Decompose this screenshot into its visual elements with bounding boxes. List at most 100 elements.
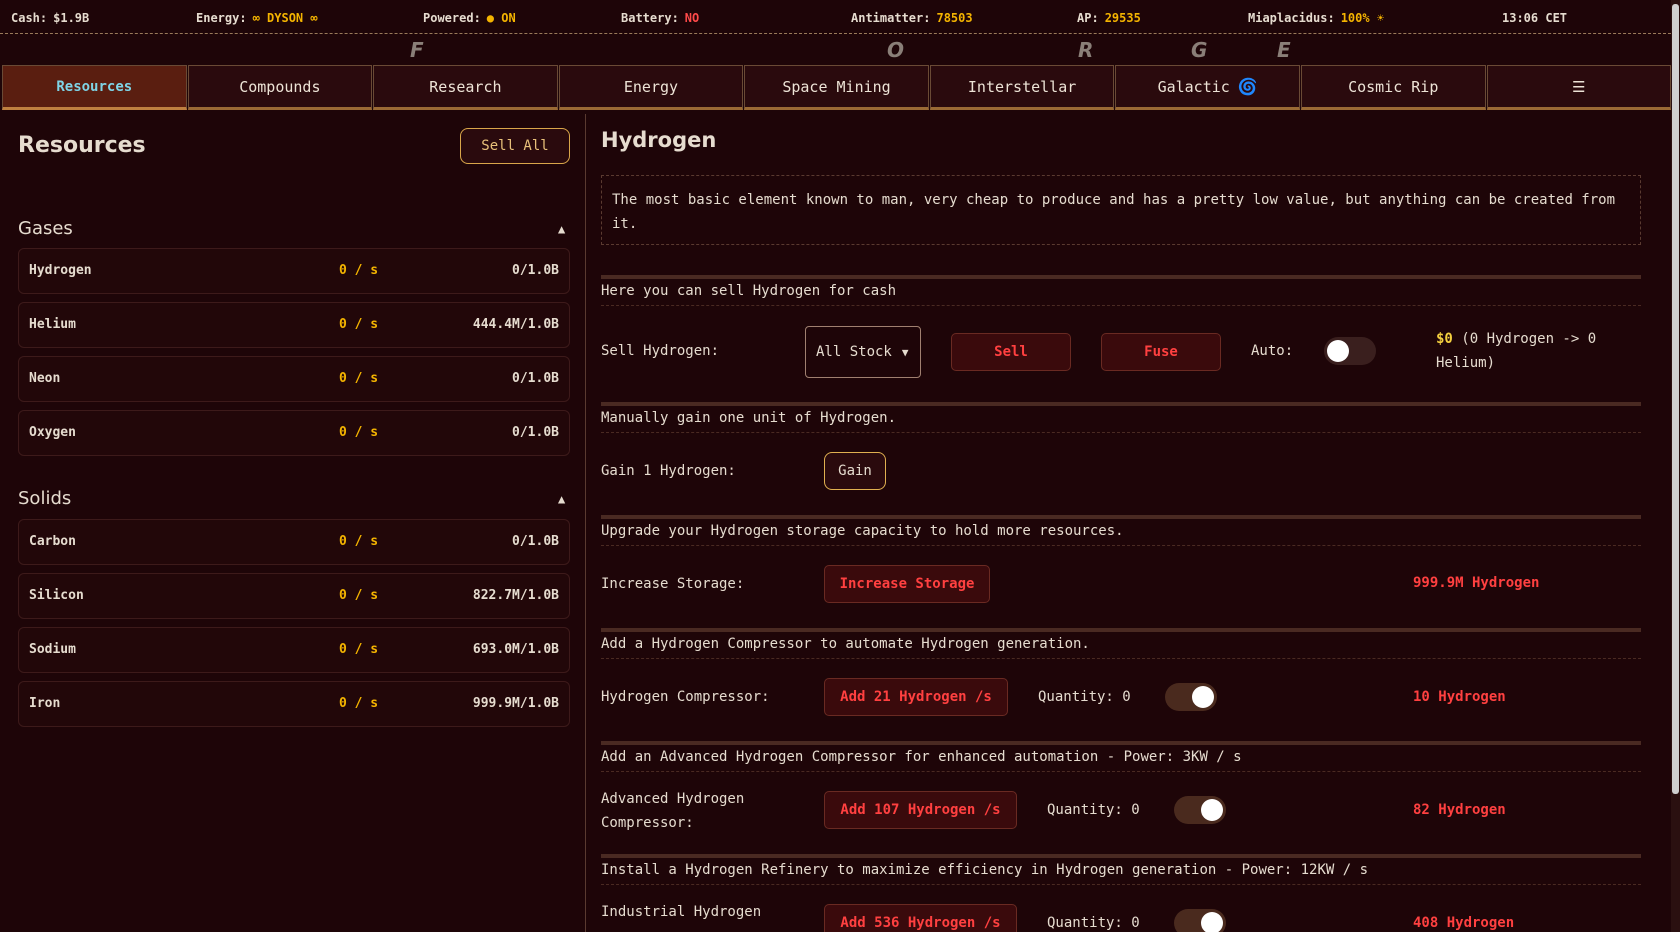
sell-button[interactable]: Sell (951, 333, 1071, 371)
sell-price-readout: $0 (0 Hydrogen -> 0 Helium) (1436, 327, 1656, 375)
resource-rate: 0 / s (339, 371, 379, 386)
sell-all-button[interactable]: Sell All (460, 128, 570, 164)
status-antimatter-value: 78503 (936, 11, 973, 25)
hamburger-menu-icon: ☰ (1572, 77, 1586, 96)
resource-row-carbon[interactable]: Carbon 0 / s 0/1.0B (18, 519, 570, 565)
status-powered: Powered: ● ON (423, 11, 516, 25)
group-title-solids: Solids (18, 488, 72, 509)
resources-sidebar: Resources Sell All Gases ▲ Hydrogen 0 / … (0, 114, 586, 932)
resource-name: Sodium (29, 642, 76, 657)
resource-row-silicon[interactable]: Silicon 0 / s 822.7M/1.0B (18, 573, 570, 619)
status-clock: 13:06 CET (1502, 11, 1568, 25)
auto-sell-toggle[interactable] (1324, 337, 1376, 365)
tab-cosmic-rip[interactable]: Cosmic Rip (1300, 65, 1486, 110)
add-advanced-compressor-button[interactable]: Add 107 Hydrogen /s (824, 791, 1017, 829)
resource-name: Silicon (29, 588, 84, 603)
sell-section-heading: Here you can sell Hydrogen for cash (601, 283, 1641, 306)
resource-name: Neon (29, 371, 61, 386)
forge-letter-f: F (410, 38, 424, 62)
increase-storage-button[interactable]: Increase Storage (824, 565, 990, 603)
advanced-compressor-toggle[interactable] (1174, 796, 1226, 824)
section-divider (601, 741, 1641, 745)
page-scrollbar-thumb[interactable] (1672, 4, 1679, 794)
status-battery-label: Battery: (621, 11, 679, 25)
status-energy: Energy: ∞ DYSON ∞ (196, 11, 318, 25)
resource-detail-panel: Hydrogen The most basic element known to… (587, 114, 1667, 932)
toggle-knob (1201, 799, 1223, 821)
resource-amount: 693.0M/1.0B (472, 642, 559, 657)
resource-name: Carbon (29, 534, 76, 549)
resource-row-helium[interactable]: Helium 0 / s 444.4M/1.0B (18, 302, 570, 348)
status-powered-label: Powered: (423, 11, 481, 25)
dropdown-caret-icon: ▼ (901, 345, 909, 359)
tab-label: Galactic (1157, 77, 1230, 96)
gain-button[interactable]: Gain (824, 452, 886, 490)
status-ap: AP: 29535 (1077, 11, 1141, 25)
tab-interstellar[interactable]: Interstellar (929, 65, 1115, 110)
tab-label: Energy (623, 77, 679, 96)
refinery-label: Industrial Hydrogen (601, 904, 762, 920)
toggle-knob (1192, 686, 1214, 708)
tab-research[interactable]: Research (373, 65, 558, 110)
compressor-section-heading: Add a Hydrogen Compressor to automate Hy… (601, 636, 1641, 659)
resource-rate: 0 / s (339, 588, 379, 603)
status-ap-value: 29535 (1104, 11, 1141, 25)
compressor-toggle[interactable] (1165, 683, 1217, 711)
sell-price-value: $0 (1436, 331, 1453, 347)
resource-row-sodium[interactable]: Sodium 0 / s 693.0M/1.0B (18, 627, 570, 673)
tab-label: Space Mining (782, 77, 891, 96)
forge-letter-o: O (887, 38, 905, 62)
status-battery: Battery: NO (621, 11, 699, 25)
group-title-gases: Gases (18, 218, 73, 239)
resource-amount: 822.7M/1.0B (472, 588, 559, 603)
resource-name: Hydrogen (29, 263, 92, 278)
refinery-toggle[interactable] (1174, 909, 1226, 932)
collapse-arrow-icon[interactable]: ▲ (558, 492, 565, 506)
status-cash: Cash: $1.9B (11, 11, 89, 25)
resource-rate: 0 / s (339, 696, 379, 711)
resource-row-iron[interactable]: Iron 0 / s 999.9M/1.0B (18, 681, 570, 727)
auto-sell-label: Auto: (1251, 343, 1294, 359)
main-tabs: Resources Compounds Research Energy Spac… (2, 65, 1672, 112)
resource-name: Helium (29, 317, 76, 332)
tab-space-mining[interactable]: Space Mining (744, 65, 929, 110)
sell-label: Sell Hydrogen: (601, 343, 720, 359)
tab-galactic[interactable]: Galactic 🌀 (1115, 65, 1300, 110)
refinery-cost: 408 Hydrogen (1413, 915, 1515, 931)
tab-energy[interactable]: Energy (558, 65, 744, 110)
status-antimatter-label: Antimatter: (851, 11, 931, 25)
resource-rate: 0 / s (339, 534, 379, 549)
resource-amount: 444.4M/1.0B (472, 317, 559, 332)
section-divider (601, 854, 1641, 858)
resource-row-hydrogen[interactable]: Hydrogen 0 / s 0/1.0B (18, 248, 570, 294)
add-compressor-button[interactable]: Add 21 Hydrogen /s (824, 678, 1008, 716)
sell-amount-select[interactable]: All Stock ▼ (805, 326, 921, 378)
resource-row-neon[interactable]: Neon 0 / s 0/1.0B (18, 356, 570, 402)
collapse-arrow-icon[interactable]: ▲ (558, 222, 565, 236)
toggle-knob (1327, 340, 1349, 362)
tab-menu[interactable]: ☰ (1486, 65, 1672, 110)
advanced-compressor-cost: 82 Hydrogen (1413, 802, 1506, 818)
resource-row-oxygen[interactable]: Oxygen 0 / s 0/1.0B (18, 410, 570, 456)
status-battery-value: NO (684, 11, 700, 25)
sell-price-detail-1: (0 Hydrogen -> 0 (1452, 331, 1597, 347)
detail-title: Hydrogen (601, 128, 717, 152)
status-cash-value: $1.9B (53, 11, 90, 25)
status-antimatter: Antimatter: 78503 (851, 11, 973, 25)
forge-letter-g: G (1191, 38, 1208, 62)
advanced-compressor-label: Advanced Hydrogen Compressor: (601, 787, 744, 835)
compressor-cost: 10 Hydrogen (1413, 689, 1506, 705)
storage-section-heading: Upgrade your Hydrogen storage capacity t… (601, 523, 1641, 546)
add-refinery-button[interactable]: Add 536 Hydrogen /s (824, 904, 1017, 932)
fuse-button[interactable]: Fuse (1101, 333, 1221, 371)
tab-resources[interactable]: Resources (2, 65, 187, 110)
compressor-label: Hydrogen Compressor: (601, 689, 770, 705)
tab-label: Cosmic Rip (1348, 77, 1439, 96)
status-powered-value: ● ON (486, 11, 516, 25)
resource-amount: 0/1.0B (512, 534, 559, 549)
storage-cost: 999.9M Hydrogen (1413, 575, 1540, 591)
advanced-compressor-quantity: Quantity: 0 (1047, 802, 1140, 818)
section-divider (601, 402, 1641, 406)
resource-amount: 999.9M/1.0B (472, 696, 559, 711)
tab-compounds[interactable]: Compounds (187, 65, 373, 110)
